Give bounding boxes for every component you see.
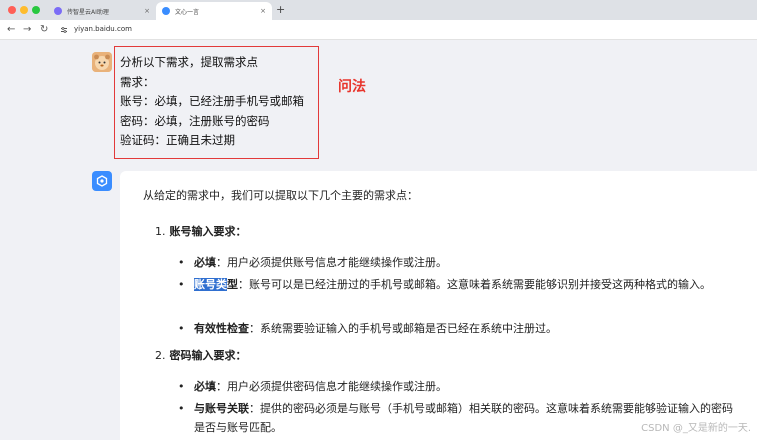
question-line: 密码：必填，注册账号的密码	[120, 113, 270, 128]
reload-icon[interactable]: ↻	[40, 23, 48, 37]
question-line: 验证码：正确且未过期	[120, 133, 235, 147]
list-item: • 有效性检查：系统需要验证输入的手机号或邮箱是否已经在系统中注册过。	[178, 319, 743, 338]
chat-area: 分析以下需求，提取需求点 需求： 账号：必填，已经注册手机号或邮箱 密码：必填，…	[0, 40, 757, 440]
section-heading: 1. 账号输入要求：	[155, 225, 247, 238]
tab-close-icon[interactable]: ×	[260, 7, 266, 15]
tab-favicon-icon	[54, 7, 62, 15]
assistant-avatar	[92, 171, 112, 191]
browser-tab-bar: 传智星云AI助理 × 文心一言 × +	[0, 0, 757, 20]
wenxin-logo-icon	[96, 175, 108, 187]
window-minimize-button[interactable]	[20, 6, 28, 14]
selected-text: 账号类	[194, 278, 227, 291]
site-settings-icon[interactable]	[60, 26, 68, 34]
bullet-icon: •	[178, 322, 185, 335]
forward-arrow-icon[interactable]: →	[23, 23, 31, 37]
question-line: 分析以下需求，提取需求点	[120, 55, 258, 69]
assistant-answer-card: 从给定的需求中，我们可以提取以下几个主要的需求点： 1. 账号输入要求： • 必填…	[120, 171, 757, 440]
bullet-icon: •	[178, 256, 185, 269]
tab-title: 文心一言	[175, 8, 200, 16]
bullet-icon: •	[178, 380, 185, 393]
bullet-icon: •	[178, 402, 185, 415]
url-field[interactable]: yiyan.baidu.com	[74, 25, 132, 33]
tab-wenxin-yiyan[interactable]: 文心一言 ×	[156, 2, 272, 20]
tab-close-icon[interactable]: ×	[144, 7, 150, 15]
answer-intro: 从给定的需求中，我们可以提取以下几个主要的需求点：	[143, 189, 418, 202]
back-arrow-icon[interactable]: ←	[7, 23, 15, 37]
user-question-bubble: 分析以下需求，提取需求点 需求： 账号：必填，已经注册手机号或邮箱 密码：必填，…	[114, 46, 319, 159]
user-avatar-icon	[92, 52, 112, 72]
tab-chuanzhi-ai[interactable]: 传智星云AI助理 ×	[48, 2, 156, 20]
tab-title: 传智星云AI助理	[67, 8, 109, 16]
window-maximize-button[interactable]	[32, 6, 40, 14]
browser-address-bar: ← → ↻ yiyan.baidu.com	[0, 20, 757, 40]
list-item: • 必填：用户必须提供账号信息才能继续操作或注册。	[178, 253, 743, 272]
bullet-icon: •	[178, 278, 185, 291]
section-heading: 2. 密码输入要求：	[155, 349, 247, 362]
window-close-button[interactable]	[8, 6, 16, 14]
question-line: 需求：	[120, 74, 155, 89]
question-line: 账号：必填，已经注册手机号或邮箱	[120, 94, 304, 108]
new-tab-button[interactable]: +	[276, 3, 285, 16]
list-item: • 必填：用户必须提供密码信息才能继续操作或注册。	[178, 377, 743, 396]
tab-favicon-icon	[162, 7, 170, 15]
user-avatar	[92, 52, 112, 72]
watermark: CSDN @_又是新的一天.	[641, 423, 751, 434]
annotation-label: 问法	[338, 79, 366, 95]
list-item: • 账号类型：账号可以是已经注册过的手机号或邮箱。这意味着系统需要能够识别并接受…	[178, 275, 743, 294]
